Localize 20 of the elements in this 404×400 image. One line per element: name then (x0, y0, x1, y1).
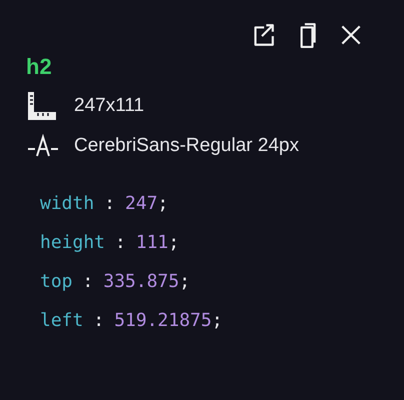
font-text: CerebriSans-Regular 24px (74, 134, 299, 158)
css-property: height (40, 230, 106, 254)
css-value: 519.21875 (114, 308, 212, 332)
css-property: left (40, 308, 84, 332)
css-value: 335.875 (103, 270, 180, 294)
semicolon: ; (168, 230, 180, 254)
element-tag: h2 (26, 56, 364, 78)
size-text: 247x111 (74, 94, 144, 118)
semicolon: ; (179, 270, 190, 294)
colon: : (93, 308, 104, 332)
css-property: top (40, 270, 73, 294)
colon: : (115, 230, 126, 254)
colon: : (104, 192, 116, 216)
css-property: width (40, 192, 94, 216)
font-icon (26, 134, 60, 158)
css-value: 111 (136, 230, 168, 254)
semicolon: ; (212, 308, 223, 332)
css-value: 247 (125, 192, 158, 216)
colon: : (82, 270, 94, 294)
semicolon: ; (158, 192, 168, 216)
